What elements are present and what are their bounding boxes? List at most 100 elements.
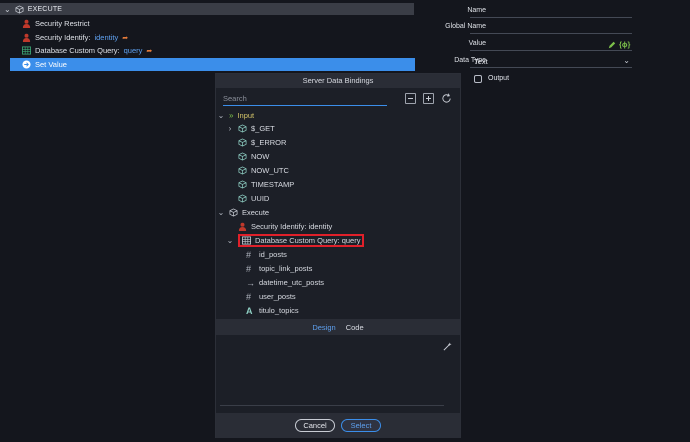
step-accent: identity [94,33,119,42]
cube-icon [15,4,24,14]
arrow-right-icon: → [246,277,255,288]
tree-item-label: Database Custom Query: query [255,236,361,245]
output-label: Output [488,75,510,82]
field-topic-link-posts[interactable]: # topic_link_posts [246,262,312,275]
editor-underline [220,405,444,406]
chevron-down-icon[interactable]: ⌄ [217,208,225,217]
pencil-icon[interactable] [608,41,616,49]
cube-icon [238,124,247,133]
tree-item-label: Security Identify: identity [251,222,333,231]
field-id-posts[interactable]: # id_posts [246,248,287,261]
dynamic-data-icon[interactable]: {ϕ} [619,40,630,49]
highlight-box: Database Custom Query: query [238,234,365,247]
data-type-row: Data Type Text ⌄ [420,55,690,69]
link-icon: ➦ [146,47,153,55]
tree-item-label: TIMESTAMP [251,180,295,189]
search-input[interactable] [223,93,387,103]
step-security-restrict[interactable]: Security Restrict [10,17,415,30]
field-titulo-topics[interactable]: A titulo_topics [246,304,299,317]
step-label: Set Value [35,60,67,69]
user-icon [238,222,247,231]
tree-item-timestamp[interactable]: TIMESTAMP [238,178,294,191]
value-tools: {ϕ} [608,40,630,49]
execute-header[interactable]: ⌄ EXECUTE [0,3,414,15]
action-tree: ⌄ EXECUTE Security Restrict Security Ide… [0,0,420,72]
data-type-value: Text [474,57,488,66]
dialog-tabs: Design Code [216,319,460,335]
field-label: user_posts [259,292,296,301]
chevron-down-icon[interactable]: ⌄ [4,5,11,14]
arrow-circle-icon [22,60,31,69]
field-label: titulo_topics [259,306,299,315]
cube-icon [238,166,247,175]
tree-item-db-query[interactable]: ⌄ Database Custom Query: query [226,234,365,247]
collapse-all-icon[interactable] [405,93,416,104]
tree-item-uuid[interactable]: UUID [238,192,269,205]
execute-label: EXECUTE [27,5,63,13]
cube-icon [229,208,238,217]
double-chevron-icon: » [229,111,234,120]
step-set-value[interactable]: Set Value [10,58,415,71]
dialog-footer: Cancel Select [216,413,460,438]
hash-icon: # [246,291,252,302]
tree-item-error[interactable]: $_ERROR [238,136,286,149]
step-label: Security Restrict [35,19,90,28]
input-label: Input [237,111,255,120]
field-user-posts[interactable]: # user_posts [246,290,296,303]
step-label: Security Identify: [35,33,91,42]
tree-item-get[interactable]: › $_GET [226,122,275,135]
cube-icon [238,180,247,189]
step-security-identify[interactable]: Security Identify: identity ➦ [10,31,415,44]
input-node[interactable]: ⌄ » Input [217,109,255,122]
field-datetime-utc-posts[interactable]: → datetime_utc_posts [246,276,324,289]
data-type-select[interactable]: Text ⌄ [470,55,632,68]
chevron-down-icon: ⌄ [623,56,630,65]
cube-icon [238,194,247,203]
refresh-icon[interactable] [441,93,452,104]
tree-item-label: NOW_UTC [251,166,289,175]
cube-icon [238,138,247,147]
magic-wand-icon[interactable] [443,342,452,351]
name-field[interactable] [470,5,632,18]
server-data-bindings-dialog: Server Data Bindings ⌄ » Input › $_GET $… [215,73,461,438]
search-box[interactable] [223,93,387,106]
execute-node[interactable]: ⌄ Execute [217,206,269,219]
step-accent: query [123,46,143,55]
global-name-field[interactable] [470,21,632,34]
text-a-icon: A [246,305,253,316]
link-icon: ➦ [122,34,129,42]
step-label: Database Custom Query: [35,46,120,55]
tree-item-label: $_GET [251,124,275,133]
tree-item-label: $_ERROR [251,138,287,147]
step-database-query[interactable]: Database Custom Query: query ➦ [10,44,415,57]
dialog-title: Server Data Bindings [216,74,460,88]
field-label: topic_link_posts [259,264,313,273]
field-label: datetime_utc_posts [259,278,325,287]
tab-code[interactable]: Code [346,323,364,332]
tab-design[interactable]: Design [312,323,335,332]
chevron-down-icon[interactable]: ⌄ [226,236,234,245]
output-checkbox[interactable] [474,75,482,83]
select-button[interactable]: Select [341,419,381,432]
tree-item-label: NOW [251,152,270,161]
name-row: Name [420,5,690,19]
execute-label: Execute [242,208,270,217]
tree-item-now-utc[interactable]: NOW_UTC [238,164,289,177]
user-icon [22,19,31,28]
tree-item-security-identify[interactable]: Security Identify: identity [238,220,332,233]
tree-item-label: UUID [251,194,270,203]
global-name-row: Global Name [420,21,690,35]
field-label: id_posts [259,250,287,259]
cancel-button[interactable]: Cancel [295,419,335,432]
hash-icon: # [246,263,252,274]
expand-all-icon[interactable] [423,93,434,104]
tree-tools [405,93,452,104]
hash-icon: # [246,249,252,260]
cube-icon [238,152,247,161]
table-icon [22,46,31,55]
chevron-right-icon[interactable]: › [226,124,234,133]
table-icon [242,236,251,245]
chevron-down-icon[interactable]: ⌄ [217,111,225,120]
tree-item-now[interactable]: NOW [238,150,269,163]
value-row: Value [420,38,690,52]
